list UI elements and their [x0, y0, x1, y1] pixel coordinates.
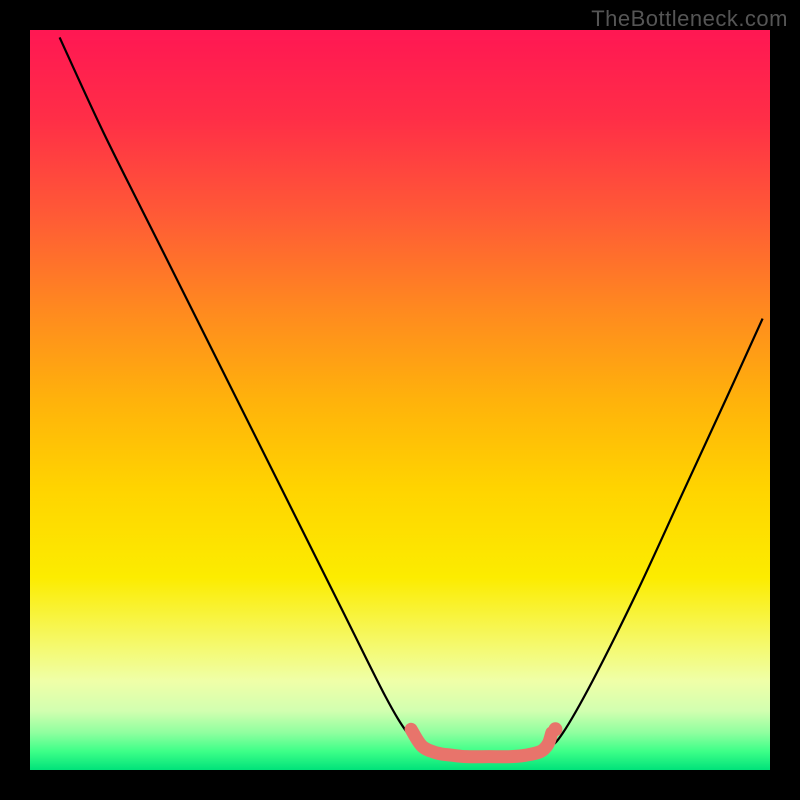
watermark-text: TheBottleneck.com: [591, 6, 788, 32]
chart-svg: [30, 30, 770, 770]
bottleneck-chart: [30, 30, 770, 770]
optimal-marker: [548, 722, 562, 736]
chart-background: [30, 30, 770, 770]
